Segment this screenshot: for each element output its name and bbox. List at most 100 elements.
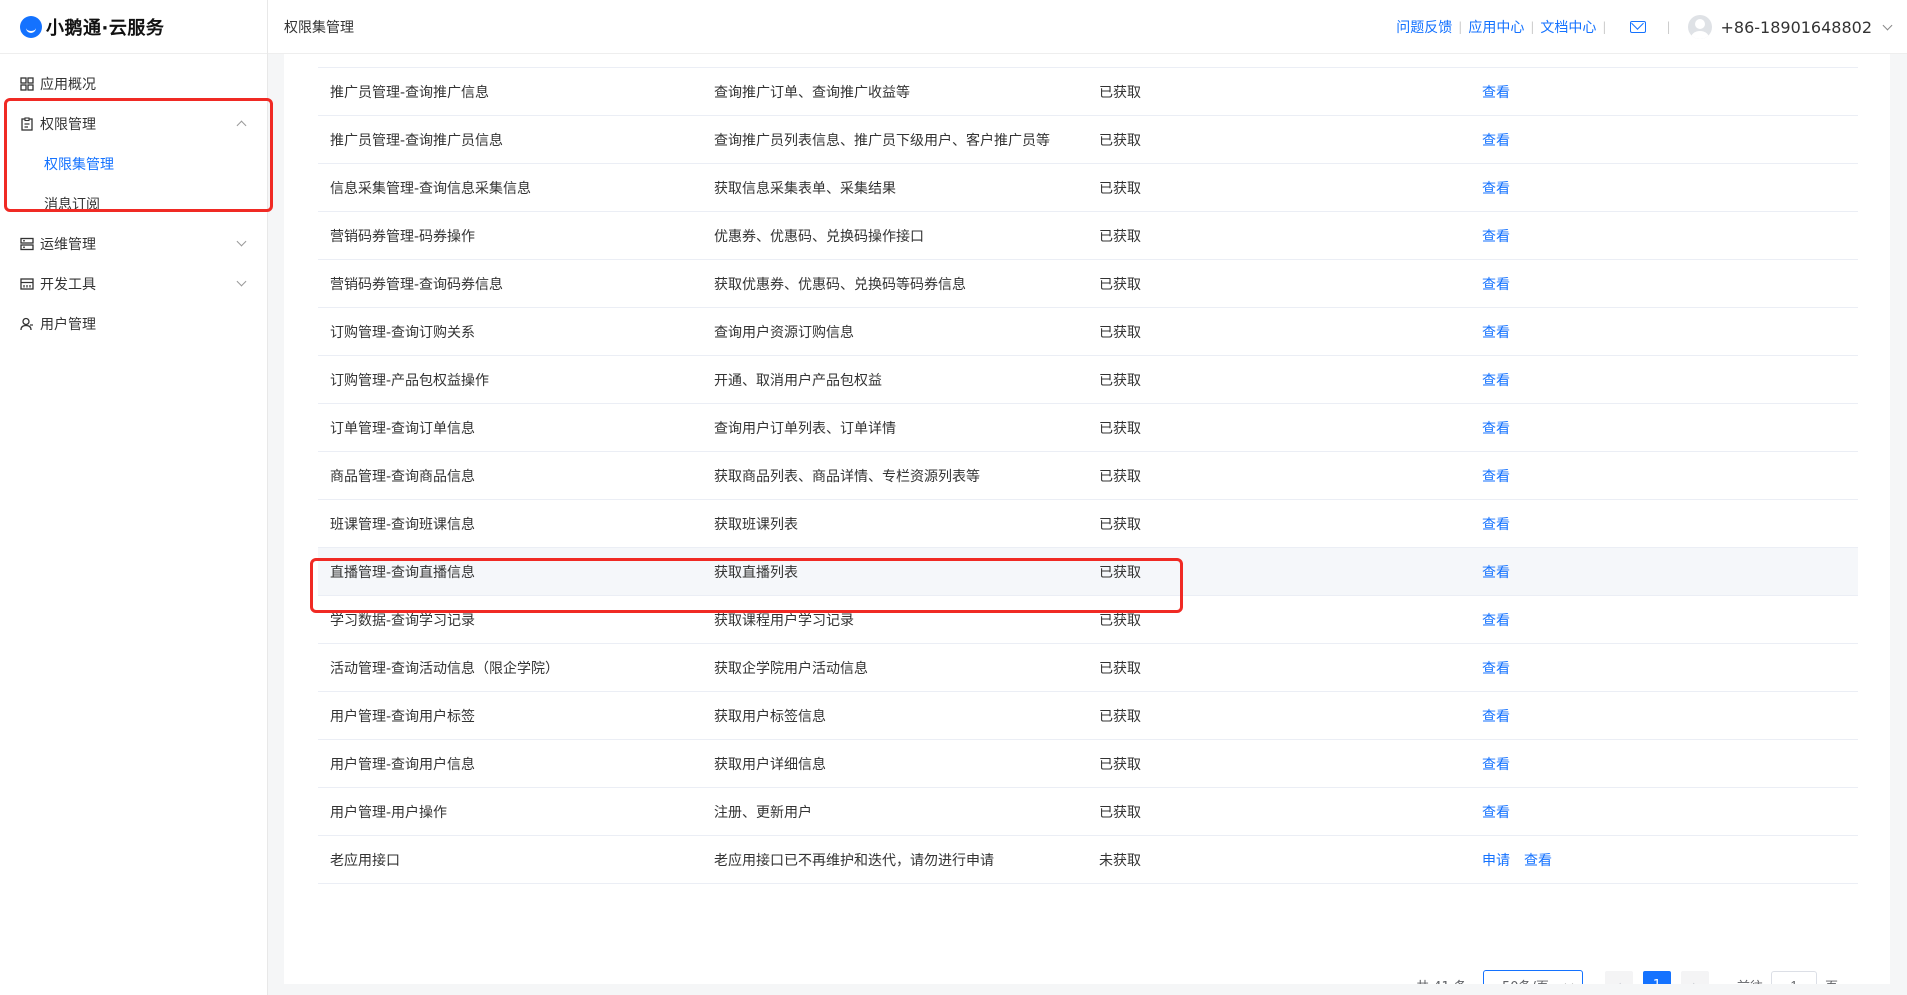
row-actions: 申请 查看 (1482, 850, 1552, 870)
apply-link[interactable]: 申请 (1482, 850, 1510, 870)
table-row: 订购管理-查询订购关系 查询用户资源订购信息 已获取 查看 (318, 308, 1858, 356)
goto-page-input[interactable] (1770, 971, 1817, 984)
permission-table: 积分管理-查询积分信息获取积分流水、账户积分信息、积分列表已获取查看推广员管理-… (318, 54, 1858, 884)
permission-status: 已获取 (1099, 564, 1141, 581)
row-actions: 查看 (1482, 82, 1510, 102)
permission-status: 已获取 (1099, 180, 1141, 197)
view-link[interactable]: 查看 (1482, 322, 1510, 342)
permission-status: 已获取 (1099, 756, 1141, 773)
row-actions: 查看 (1482, 466, 1510, 486)
table-row: 商品管理-查询商品信息 获取商品列表、商品详情、专栏资源列表等 已获取 查看 (318, 452, 1858, 500)
clipboard-icon (21, 117, 33, 131)
view-link[interactable]: 查看 (1524, 850, 1552, 870)
table-row: 用户管理-用户操作 注册、更新用户 已获取 查看 (318, 788, 1858, 836)
toolbox-icon (20, 278, 34, 290)
pagination-total: 共 41 条 (1416, 976, 1467, 985)
xiaoe-logo-icon (20, 15, 42, 38)
permission-name: 直播管理-查询直播信息 (330, 564, 476, 581)
view-link[interactable]: 查看 (1482, 418, 1510, 438)
prev-page-button[interactable]: ‹ (1604, 971, 1633, 984)
view-link[interactable]: 查看 (1482, 754, 1510, 774)
sidebar-subitem-permission-sets[interactable]: 权限集管理 (0, 144, 267, 184)
sidebar-item-label: 开发工具 (40, 277, 96, 293)
sidebar-item-label: 应用概况 (40, 77, 96, 93)
table-row: 订购管理-产品包权益操作 开通、取消用户产品包权益 已获取 查看 (318, 356, 1858, 404)
feedback-link[interactable]: 问题反馈 (1396, 17, 1452, 37)
sidebar-item-label: 权限管理 (40, 117, 96, 133)
row-actions: 查看 (1482, 754, 1510, 774)
view-link[interactable]: 查看 (1482, 706, 1510, 726)
permission-description: 老应用接口已不再维护和迭代，请勿进行申请 (714, 852, 994, 869)
permission-table-card: 积分管理-查询积分信息获取积分流水、账户积分信息、积分列表已获取查看推广员管理-… (284, 54, 1890, 984)
view-link[interactable]: 查看 (1482, 226, 1510, 246)
server-icon (20, 237, 34, 251)
sidebar-subitem-message-subscription[interactable]: 消息订阅 (0, 184, 267, 224)
brand-name: 小鹅通·云服务 (46, 17, 165, 39)
view-link[interactable]: 查看 (1482, 658, 1510, 678)
avatar[interactable] (1688, 15, 1713, 39)
goto-suffix: 页 (1825, 976, 1838, 985)
divider: | (1458, 20, 1463, 34)
row-actions: 查看 (1482, 802, 1510, 822)
sidebar-item-label: 用户管理 (40, 317, 96, 333)
sidebar-item-app-overview[interactable]: 应用概况 (0, 64, 267, 104)
row-actions: 查看 (1482, 370, 1510, 390)
permission-description: 获取信息采集表单、采集结果 (714, 180, 896, 197)
chevron-up-icon (236, 120, 247, 131)
table-row: 积分管理-查询积分信息获取积分流水、账户积分信息、积分列表已获取查看 (318, 54, 1858, 68)
sidebar-item-operations[interactable]: 运维管理 (0, 224, 267, 264)
chevron-down-icon (236, 236, 247, 247)
sidebar-item-users[interactable]: 用户管理 (0, 304, 267, 344)
table-row: 营销码券管理-查询码券信息 获取优惠券、优惠码、兑换码等码券信息 已获取 查看 (318, 260, 1858, 308)
sidebar-item-dev-tools[interactable]: 开发工具 (0, 264, 267, 304)
sidebar-item-permissions[interactable]: 权限管理 (0, 104, 267, 144)
table-row: 直播管理-查询直播信息 获取直播列表 已获取 查看 (318, 548, 1858, 596)
chevron-down-icon (236, 276, 247, 287)
permission-name: 用户管理-查询用户信息 (330, 756, 476, 773)
brand-logo[interactable]: 小鹅通·云服务 (0, 0, 267, 54)
table-row: 推广员管理-查询推广信息 查询推广订单、查询推广收益等 已获取 查看 (318, 68, 1858, 116)
grid-icon (20, 77, 34, 91)
row-actions: 查看 (1482, 706, 1510, 726)
view-link[interactable]: 查看 (1482, 370, 1510, 390)
view-link[interactable]: 查看 (1482, 178, 1510, 198)
table-row: 推广员管理-查询推广员信息 查询推广员列表信息、推广员下级用户、客户推广员等 已获取… (318, 116, 1858, 164)
table-row: 订单管理-查询订单信息 查询用户订单列表、订单详情 已获取 查看 (318, 404, 1858, 452)
row-actions: 查看 (1482, 610, 1510, 630)
row-actions: 查看 (1482, 658, 1510, 678)
view-link[interactable]: 查看 (1482, 130, 1510, 150)
docs-center-link[interactable]: 文档中心 (1540, 17, 1596, 37)
view-link[interactable]: 查看 (1482, 466, 1510, 486)
permission-description: 优惠券、优惠码、兑换码操作接口 (714, 228, 924, 245)
permission-description: 查询推广订单、查询推广收益等 (714, 84, 910, 101)
app-center-link[interactable]: 应用中心 (1468, 17, 1524, 37)
table-row: 信息采集管理-查询信息采集信息 获取信息采集表单、采集结果 已获取 查看 (318, 164, 1858, 212)
page-size-select[interactable]: 50条/页 (1482, 970, 1583, 984)
view-link[interactable]: 查看 (1482, 802, 1510, 822)
permission-description: 获取商品列表、商品详情、专栏资源列表等 (714, 468, 980, 485)
next-page-button[interactable]: › (1680, 971, 1709, 984)
permission-status: 已获取 (1099, 660, 1141, 677)
permission-status: 已获取 (1099, 420, 1141, 437)
table-row: 班课管理-查询班课信息 获取班课列表 已获取 查看 (318, 500, 1858, 548)
page-number-current[interactable]: 1 (1642, 971, 1671, 984)
permission-name: 学习数据-查询学习记录 (330, 612, 476, 629)
permission-name: 活动管理-查询活动信息（限企学院） (330, 660, 560, 677)
row-actions: 查看 (1482, 178, 1510, 198)
permission-name: 订购管理-产品包权益操作 (330, 372, 490, 389)
permission-description: 获取用户详细信息 (714, 756, 826, 773)
view-link[interactable]: 查看 (1482, 82, 1510, 102)
view-link[interactable]: 查看 (1482, 562, 1510, 582)
divider: | (1530, 20, 1535, 34)
view-link[interactable]: 查看 (1482, 274, 1510, 294)
view-link[interactable]: 查看 (1482, 514, 1510, 534)
divider: | (1666, 20, 1671, 34)
user-icon (20, 317, 33, 331)
view-link[interactable]: 查看 (1482, 610, 1510, 630)
chevron-down-icon[interactable] (1882, 20, 1893, 30)
permission-status: 已获取 (1099, 372, 1141, 389)
row-actions: 查看 (1482, 322, 1510, 342)
user-phone[interactable]: +86-18901648802 (1720, 18, 1872, 37)
mail-icon[interactable] (1630, 21, 1647, 33)
permission-description: 获取优惠券、优惠码、兑换码等码券信息 (714, 276, 966, 293)
